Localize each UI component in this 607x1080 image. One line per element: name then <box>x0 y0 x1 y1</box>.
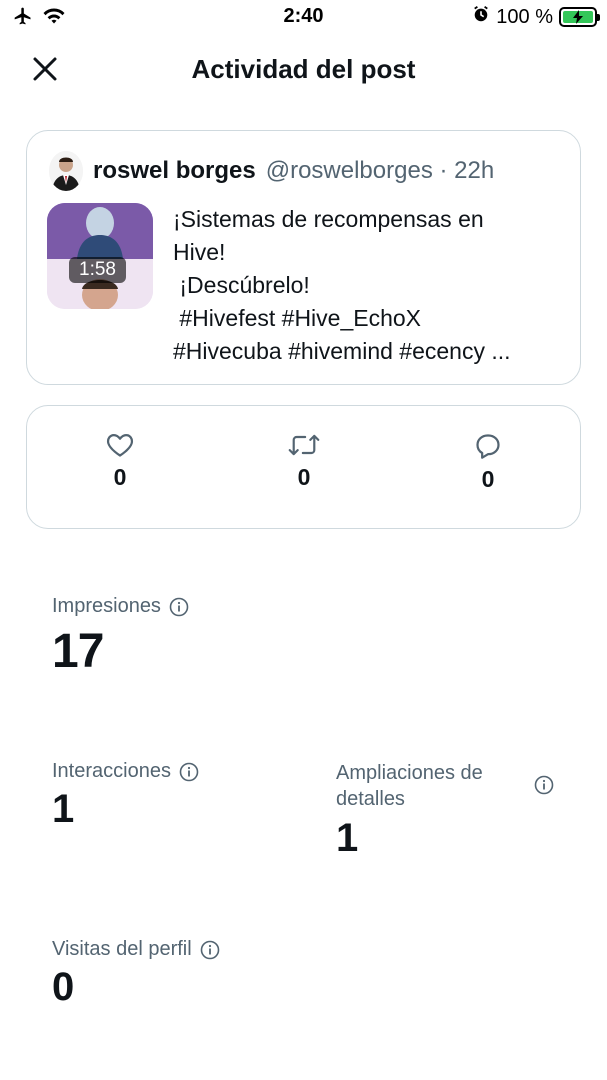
engagement-card: 0 0 0 <box>26 405 581 529</box>
impressions-value: 17 <box>52 625 104 678</box>
replies-stat[interactable]: 0 <box>458 432 518 493</box>
post-text-line: ¡Descúbrelo! <box>173 272 310 298</box>
status-bar: 2:40 100 % <box>0 0 607 34</box>
expansions-value: 1 <box>336 816 358 860</box>
likes-stat[interactable]: 0 <box>90 432 150 491</box>
heart-icon <box>106 433 134 457</box>
info-icon[interactable] <box>169 597 189 617</box>
replies-count: 0 <box>481 466 495 492</box>
author-name[interactable]: roswel borges <box>93 157 256 185</box>
impressions-label: Impresiones <box>52 595 161 617</box>
profile-visits-metric: Visitas del perfil 0 <box>52 938 220 1010</box>
expansions-metric: Ampliaciones de detalles 1 <box>336 760 556 861</box>
video-duration: 1:58 <box>69 257 126 283</box>
likes-count: 0 <box>113 464 127 490</box>
interactions-metric: Interacciones 1 <box>52 760 199 832</box>
impressions-metric: Impresiones 17 <box>52 595 189 679</box>
repost-icon <box>288 434 320 456</box>
alarm-icon <box>472 5 490 29</box>
profile-visits-label: Visitas del perfil <box>52 938 192 960</box>
post-text-line: ¡Sistemas de recompensas en <box>173 206 484 232</box>
post-text-line: Hive! <box>173 239 226 265</box>
avatar[interactable] <box>49 151 83 191</box>
expansions-label: detalles <box>336 788 405 810</box>
post-card[interactable]: roswel borges @roswelborges · 22h 1:58 ¡… <box>26 130 581 385</box>
battery-percentage: 100 % <box>496 5 553 28</box>
post-text-line: #Hivecuba #hivemind #ecency ... <box>173 338 511 364</box>
header: Actividad del post <box>0 44 607 94</box>
interactions-label: Interacciones <box>52 760 171 782</box>
reply-icon <box>476 434 500 459</box>
interactions-value: 1 <box>52 787 74 831</box>
author-handle-time: @roswelborges · 22h <box>265 157 495 184</box>
info-icon[interactable] <box>534 775 554 795</box>
reposts-count: 0 <box>297 464 311 490</box>
page-title: Actividad del post <box>191 54 416 84</box>
expansions-label: Ampliaciones de <box>336 762 483 784</box>
info-icon[interactable] <box>179 762 199 782</box>
video-thumbnail[interactable]: 1:58 <box>47 203 153 309</box>
reposts-stat[interactable]: 0 <box>274 432 334 491</box>
post-text: ¡Sistemas de recompensas en Hive! ¡Descú… <box>173 203 568 368</box>
profile-visits-value: 0 <box>52 965 74 1009</box>
info-icon[interactable] <box>200 940 220 960</box>
battery-charging-icon <box>559 7 600 27</box>
post-text-line: #Hivefest #Hive_EchoX <box>173 305 422 331</box>
